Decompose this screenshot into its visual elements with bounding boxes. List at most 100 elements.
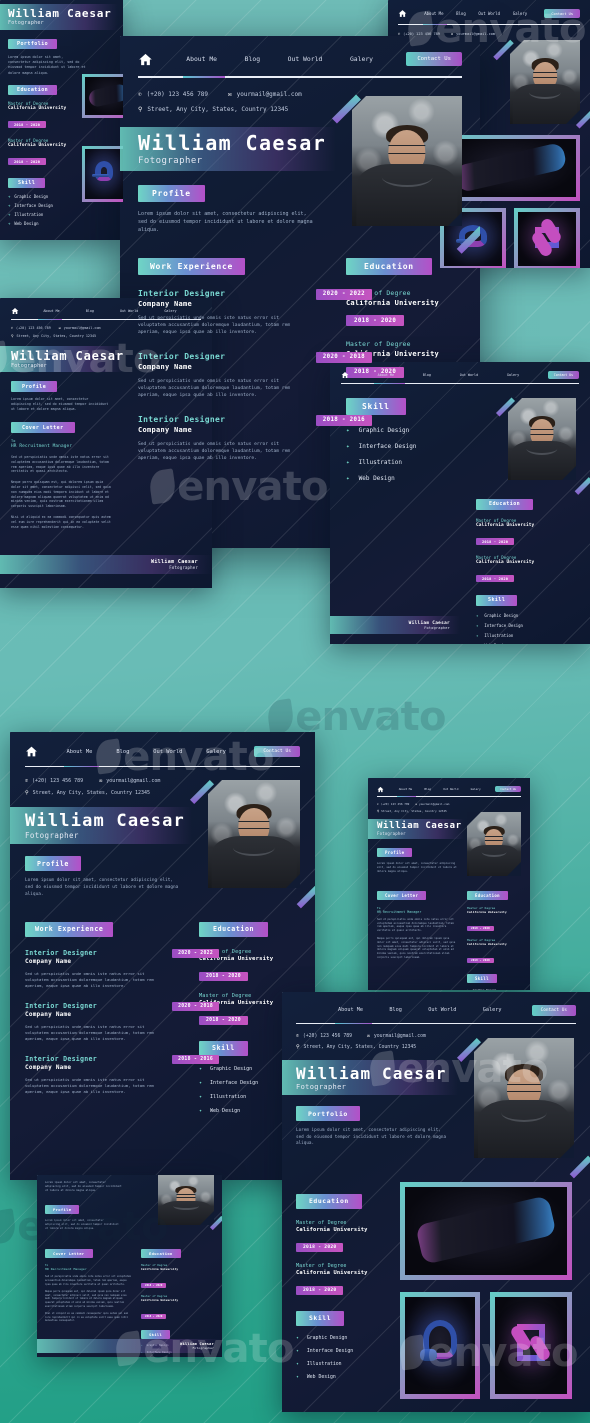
nav-link[interactable]: Blog xyxy=(116,749,129,755)
preview-card-bottom-right[interactable]: About Me Blog Out World Galery Contact U… xyxy=(282,992,590,1412)
glasses-icon xyxy=(238,821,270,829)
skill-label: Interface Design xyxy=(306,1348,354,1354)
education-date: 2018 - 2020 xyxy=(346,315,405,327)
nav-link-out-world[interactable]: Out World xyxy=(288,55,323,63)
preview-card-mid-right[interactable]: About Me Blog Out World Galery Contact U… xyxy=(330,362,590,644)
location-pin-icon: ⚲ xyxy=(138,105,143,113)
home-icon[interactable] xyxy=(11,307,19,315)
preview-card-bottom-left[interactable]: About Me Blog Out World Galery Contact U… xyxy=(10,732,315,1180)
section-education: Education xyxy=(199,921,269,937)
education-degree: Master of Degree xyxy=(346,340,411,349)
contact-us-button[interactable]: Contact Us xyxy=(531,1004,576,1016)
preview-card-bottom-small-left[interactable]: Lorem ipsum dolor sit amet, consectetur … xyxy=(37,1175,222,1357)
signature-band: William Caesar Fotographer xyxy=(37,1339,222,1353)
skill-label: Illustration xyxy=(210,1093,247,1100)
navbar[interactable]: About Me Blog Out World Galery Contact U… xyxy=(341,370,579,379)
preview-card-top-left[interactable]: William Caesar Fotographer Portfolio Lor… xyxy=(0,0,123,240)
nav-link[interactable]: Blog xyxy=(423,373,431,377)
nav-link[interactable]: Galery xyxy=(206,749,225,755)
person-name: William Caesar xyxy=(296,1063,447,1083)
nav-link[interactable]: Blog xyxy=(389,1007,402,1013)
nav-link[interactable]: Out World xyxy=(120,309,138,313)
profile-photo xyxy=(352,96,462,226)
home-icon[interactable] xyxy=(377,786,384,793)
navbar[interactable]: About Me Blog Out World Galery Contact U… xyxy=(398,8,580,19)
section-profile: Profile xyxy=(25,856,81,872)
contact-us-button[interactable]: Contact Us xyxy=(547,370,579,379)
contact-row-phone: ✆ (+20) 123 456 789 ✉ yourmail@gmail.com xyxy=(11,326,201,330)
contact-us-button[interactable]: Contact Us xyxy=(254,746,300,757)
navbar[interactable]: About Me Blog Out World Galery Contact U… xyxy=(25,744,300,759)
nav-link[interactable]: Out World xyxy=(443,787,458,791)
nav-link-galery[interactable]: Galery xyxy=(350,55,373,63)
skill-item: ✦Graphic Design xyxy=(467,988,521,990)
contact-us-button[interactable]: Contact Us xyxy=(495,786,521,792)
portfolio-frame-gamepad[interactable] xyxy=(400,1182,572,1280)
portfolio-frame[interactable] xyxy=(82,74,123,118)
contact-us-button[interactable]: Contact Us xyxy=(544,9,580,18)
home-icon[interactable] xyxy=(25,745,38,758)
nav-link[interactable]: About Me xyxy=(424,11,443,16)
nav-link[interactable]: Galery xyxy=(471,787,481,791)
education-school: California University xyxy=(141,1298,179,1303)
address-text: Street, Any City, States, Country 12345 xyxy=(147,105,289,113)
skill-label: Interface Design xyxy=(210,1079,259,1086)
job-title: Interior Designer xyxy=(25,1054,97,1063)
nav-underline xyxy=(138,76,462,78)
education-date: 2018 - 2020 xyxy=(199,1015,248,1025)
glasses-icon xyxy=(388,145,426,155)
address-text: Street, Any City, States, Country 12345 xyxy=(303,1045,417,1051)
portfolio-frame[interactable] xyxy=(82,146,123,202)
nav-link[interactable]: Galery xyxy=(483,1007,502,1013)
portfolio-frame[interactable] xyxy=(514,208,580,268)
nav-link[interactable]: Galery xyxy=(507,373,519,377)
nav-link[interactable]: About Me xyxy=(66,749,92,755)
nav-link[interactable]: Out World xyxy=(428,1007,456,1013)
contact-us-button[interactable]: Contact Us xyxy=(406,52,462,66)
navbar[interactable]: About Me Blog Out World Galery xyxy=(11,306,201,315)
job-date: 2020 - 2022 xyxy=(315,288,372,300)
person-role: Fotographer xyxy=(25,830,79,840)
section-education: Education xyxy=(476,498,534,510)
cover-letter-recipient: HR Recruitment Manager xyxy=(45,1267,87,1272)
contact-row-address: ⚲ Street, Any City, States, Country 12345 xyxy=(11,334,201,338)
navbar[interactable]: About Me Blog Out World Galery Contact U… xyxy=(138,50,462,68)
navbar[interactable]: About Me Blog Out World Galery Contact U… xyxy=(296,1003,576,1017)
nav-link[interactable]: Galery xyxy=(513,11,527,16)
cover-letter-paragraph: Sed ut perspiciatis unde omnis iste natu… xyxy=(377,917,454,933)
nav-link[interactable]: Out World xyxy=(460,373,478,377)
nav-link[interactable]: Blog xyxy=(424,787,431,791)
portfolio-frame-headphone[interactable] xyxy=(400,1292,480,1399)
home-icon[interactable] xyxy=(138,52,153,67)
nav-link[interactable]: Out World xyxy=(478,11,500,16)
nav-link[interactable]: Galery xyxy=(164,309,176,313)
cover-letter-recipient: HR Recruitment Manager xyxy=(11,444,73,449)
portfolio-frame-earbuds[interactable] xyxy=(490,1292,572,1399)
glasses-icon xyxy=(530,429,554,435)
headphone-image xyxy=(420,1320,457,1362)
preview-card-cover-letter[interactable]: About Me Blog Out World Galery ✆ (+20) 12… xyxy=(0,298,212,588)
nav-link[interactable]: About Me xyxy=(399,787,412,791)
preview-card-small-right[interactable]: About Me Blog Out World Galery Contact U… xyxy=(368,778,530,990)
skill-label: Graphic Design xyxy=(306,1335,348,1341)
nav-link-blog[interactable]: Blog xyxy=(245,55,260,63)
section-skill: Skill xyxy=(8,177,46,188)
person-name: William Caesar xyxy=(11,348,124,363)
cover-letter-paragraph: Neque porro quisquam est, qui dolorem ip… xyxy=(11,480,111,509)
navbar[interactable]: About Me Blog Out World Galery Contact U… xyxy=(377,785,521,793)
home-icon[interactable] xyxy=(341,371,349,379)
skill-item: ✦Graphic Design xyxy=(296,1336,392,1341)
nav-link[interactable]: Blog xyxy=(86,309,94,313)
nav-link[interactable]: About Me xyxy=(378,373,394,377)
nav-link[interactable]: About Me xyxy=(43,309,59,313)
skill-label: Graphic Design xyxy=(14,193,49,199)
home-icon[interactable] xyxy=(398,9,407,18)
nav-link[interactable]: About Me xyxy=(338,1007,363,1013)
nav-link[interactable]: Blog xyxy=(456,11,466,16)
plus-icon: ✦ xyxy=(476,622,479,628)
nav-link-about-me[interactable]: About Me xyxy=(186,55,217,63)
person-role: Fotographer xyxy=(138,155,203,166)
phone-icon: ✆ xyxy=(25,778,29,785)
nav-link[interactable]: Out World xyxy=(153,749,182,755)
cover-letter-recipient: HR Recruitment Manager xyxy=(377,909,422,914)
